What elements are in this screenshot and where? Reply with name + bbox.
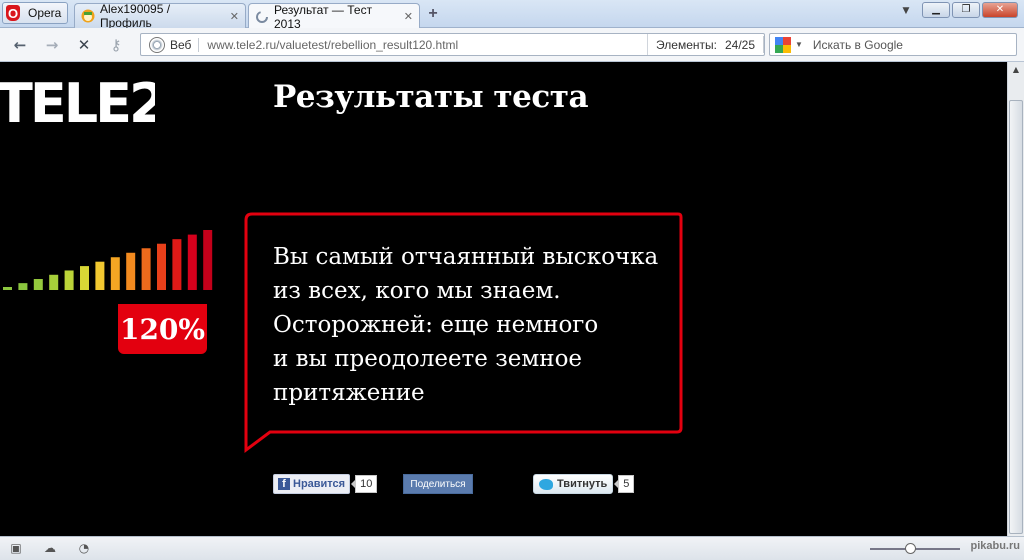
window-controls: ▁ ❐ ✕ bbox=[922, 2, 1018, 18]
status-bar: ▣ ☁ ◔ pikabu.ru bbox=[0, 536, 1024, 560]
elements-label: Элементы: bbox=[647, 34, 717, 55]
result-message-line: из всех, кого мы знаем. bbox=[273, 278, 561, 304]
maximize-icon[interactable]: ❐ bbox=[952, 2, 980, 18]
vertical-scrollbar[interactable]: ▲ bbox=[1007, 62, 1024, 536]
signal-meter bbox=[3, 230, 213, 290]
meter-bar bbox=[187, 234, 197, 290]
meter-bar bbox=[157, 243, 166, 290]
key-icon[interactable]: ⚷ bbox=[106, 36, 126, 54]
navigation-bar: ← → ✕ ⚷ Веб www.tele2.ru/valuetest/rebel… bbox=[0, 28, 1024, 62]
meter-bar bbox=[80, 266, 89, 290]
search-placeholder: Искать в Google bbox=[812, 37, 903, 52]
tab-profile[interactable]: Alex190095 / Профиль ✕ bbox=[74, 2, 246, 30]
meter-bar bbox=[126, 252, 136, 290]
close-tab-icon[interactable]: ✕ bbox=[398, 10, 413, 23]
meter-bar bbox=[95, 261, 105, 290]
tab-test-result[interactable]: Результат — Тест 2013 ✕ bbox=[248, 2, 420, 31]
percent-badge: 120% bbox=[118, 304, 207, 354]
loading-spinner-icon bbox=[256, 10, 268, 23]
facebook-icon: f bbox=[278, 478, 290, 490]
result-message-line: Осторожней: еще немного bbox=[273, 312, 599, 338]
meter-bar bbox=[110, 257, 120, 290]
search-engine-chevron-icon[interactable]: ▼ bbox=[795, 40, 803, 49]
meter-bar bbox=[33, 279, 43, 290]
result-message-line: и вы преодолеете земное bbox=[273, 346, 583, 372]
tab-label: Результат — Тест 2013 bbox=[274, 2, 373, 31]
page-content: TELE2 Результаты теста 120% Вы самый отч… bbox=[0, 62, 1007, 536]
meter-bar bbox=[172, 239, 182, 290]
panel-toggle-icon[interactable]: ▣ bbox=[8, 541, 24, 555]
forward-arrow-icon[interactable]: → bbox=[42, 36, 62, 54]
opera-menu-label: Opera bbox=[28, 6, 62, 20]
scrollbar-thumb[interactable] bbox=[1009, 100, 1023, 534]
meter-bar bbox=[203, 230, 213, 290]
address-url[interactable]: www.tele2.ru/valuetest/rebellion_result1… bbox=[207, 38, 458, 52]
address-scope-label: Веб bbox=[170, 37, 200, 52]
result-message: Вы самый отчаянный выскочка из всех, ког… bbox=[273, 240, 673, 410]
opera-logo-icon: O bbox=[6, 5, 20, 21]
zoom-slider-knob[interactable] bbox=[905, 543, 916, 554]
result-message-line: Вы самый отчаянный выскочка bbox=[273, 244, 659, 270]
twitter-bird-icon bbox=[539, 478, 553, 490]
address-field[interactable]: Веб www.tele2.ru/valuetest/rebellion_res… bbox=[140, 33, 765, 56]
browser-window: O Opera Alex190095 / Профиль ✕ Результат… bbox=[0, 0, 1024, 560]
window-close-icon[interactable]: ✕ bbox=[982, 2, 1018, 18]
facebook-like-button[interactable]: f Нравится bbox=[273, 474, 351, 494]
watermark-text: pikabu.ru bbox=[970, 540, 1020, 552]
meter-bar bbox=[18, 283, 28, 290]
meter-bar bbox=[141, 248, 151, 290]
tele2-logo-text: TELE2 bbox=[0, 72, 155, 130]
tab-menu-chevron-icon[interactable]: ▼ bbox=[898, 6, 914, 20]
opera-menu-button[interactable]: O Opera bbox=[2, 2, 68, 24]
meter-bar bbox=[64, 270, 74, 290]
cloud-icon[interactable]: ☁ bbox=[42, 541, 58, 555]
like-count: 10 bbox=[351, 475, 378, 493]
scroll-up-arrow-icon[interactable]: ▲ bbox=[1008, 62, 1024, 78]
google-logo-icon bbox=[775, 36, 791, 53]
tweet-widget: Твитнуть 5 bbox=[533, 474, 635, 494]
tweet-label: Твитнуть bbox=[557, 478, 608, 490]
search-field[interactable]: ▼ Искать в Google bbox=[769, 33, 1017, 56]
like-label: Нравится bbox=[293, 478, 346, 490]
stop-x-icon[interactable]: ✕ bbox=[74, 36, 94, 54]
tele2-logo[interactable]: TELE2 bbox=[0, 72, 155, 130]
minimize-icon[interactable]: ▁ bbox=[922, 2, 950, 18]
page-title: Результаты теста bbox=[273, 79, 589, 115]
new-tab-plus-icon[interactable]: + bbox=[425, 6, 441, 22]
result-message-line: притяжение bbox=[273, 380, 425, 406]
meter-bar bbox=[49, 274, 59, 290]
address-separator bbox=[763, 36, 764, 53]
share-widget: Поделиться bbox=[403, 474, 473, 494]
pikabu-favicon-icon bbox=[81, 9, 95, 23]
facebook-like-widget: f Нравится 10 bbox=[273, 474, 378, 494]
tab-label: Alex190095 / Профиль bbox=[100, 2, 171, 30]
tab-bar: O Opera Alex190095 / Профиль ✕ Результат… bbox=[0, 0, 1024, 31]
speed-dial-gauge-icon[interactable]: ◔ bbox=[76, 541, 92, 555]
globe-icon bbox=[149, 36, 165, 53]
meter-bar bbox=[3, 287, 12, 290]
close-tab-icon[interactable]: ✕ bbox=[224, 10, 239, 23]
share-button[interactable]: Поделиться bbox=[403, 474, 473, 494]
tweet-count: 5 bbox=[614, 475, 635, 493]
tweet-button[interactable]: Твитнуть bbox=[533, 474, 614, 494]
back-arrow-icon[interactable]: ← bbox=[10, 36, 30, 54]
elements-count: 24/25 bbox=[724, 37, 755, 52]
